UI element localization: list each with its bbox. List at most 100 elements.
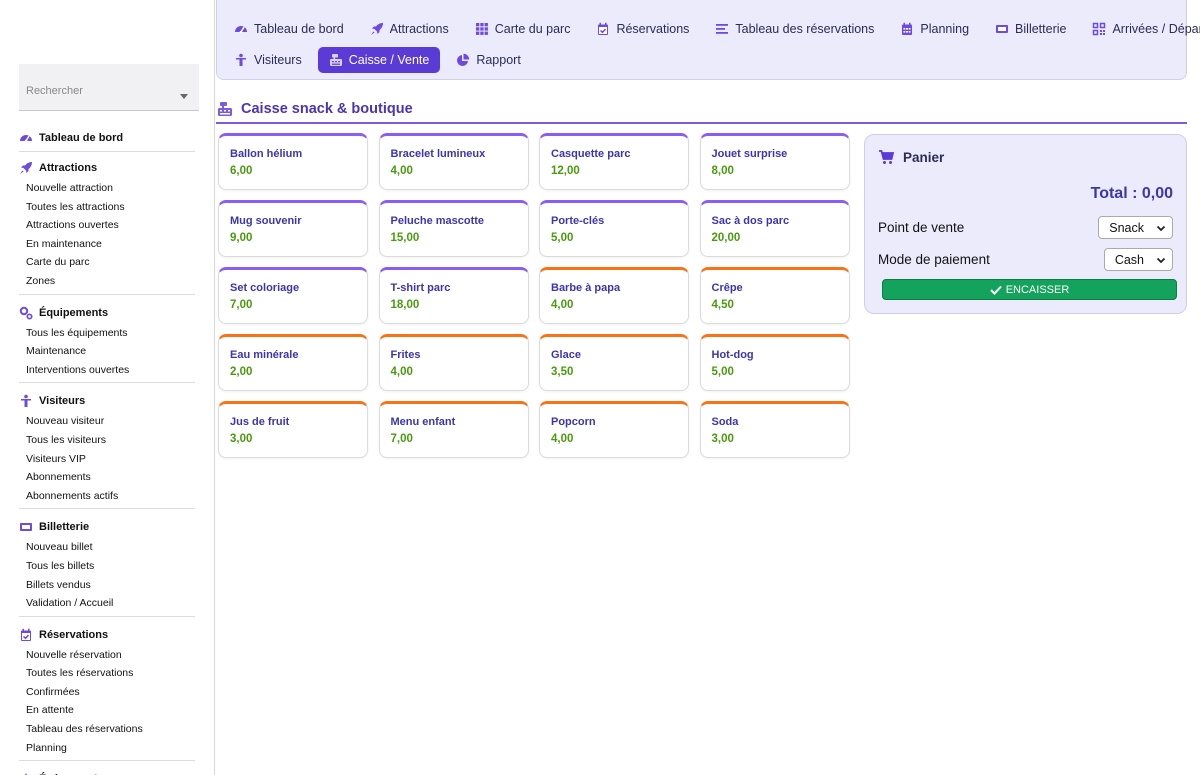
tab-visiteurs[interactable]: Visiteurs — [234, 47, 312, 73]
tab-label: Rapport — [476, 53, 521, 67]
product-price: 3,50 — [551, 366, 574, 378]
sidebar-link[interactable]: Tous les équipements — [19, 324, 195, 343]
product-price: 3,00 — [711, 433, 734, 445]
tab-tableau-de-bord[interactable]: Tableau de bord — [234, 16, 354, 42]
product-card[interactable]: Sac à dos parc 20,00 — [699, 200, 850, 257]
tab-reservations[interactable]: Réservations — [586, 16, 699, 42]
sidebar-link[interactable]: Tous les visiteurs — [19, 431, 195, 450]
sidebar-heading[interactable]: Réservations — [19, 624, 195, 646]
product-card[interactable]: Menu enfant 7,00 — [378, 401, 529, 458]
sidebar-section: Billetterie Nouveau billet Tous les billet… — [19, 516, 195, 617]
sidebar-heading[interactable]: Attractions — [19, 157, 195, 179]
sidebar-link[interactable]: En maintenance — [19, 235, 195, 254]
sidebar-heading-label: Visiteurs — [39, 395, 86, 408]
product-card[interactable]: Popcorn 4,00 — [539, 401, 689, 458]
tab-carte-du-parc[interactable]: Carte du parc — [465, 16, 581, 42]
product-price: 12,00 — [551, 165, 580, 177]
product-card[interactable]: Glace 3,50 — [539, 334, 689, 391]
sidebar-heading[interactable]: Visiteurs — [19, 390, 195, 412]
top-nav-row-1: Tableau de bord Attractions Carte du parc R… — [234, 16, 1200, 42]
tab-label: Tableau de bord — [254, 22, 344, 36]
sidebar-heading[interactable]: Équipements — [19, 302, 195, 324]
rocket-icon — [370, 22, 384, 36]
check-icon — [989, 285, 1002, 295]
product-card[interactable]: Eau minérale 2,00 — [218, 334, 368, 391]
sidebar-link[interactable]: Zones — [19, 272, 195, 291]
tab-label: Attractions — [389, 22, 449, 36]
cashout-button[interactable]: ENCAISSER — [882, 279, 1177, 300]
product-card[interactable]: Set coloriage 7,00 — [218, 267, 368, 324]
product-price: 5,00 — [711, 366, 734, 378]
sidebar-link[interactable]: Maintenance — [19, 342, 195, 361]
sidebar-link[interactable]: Tableau des réservations — [19, 720, 195, 739]
page-header: Caisse snack & boutique — [216, 96, 1187, 124]
sidebar-link[interactable]: Billets vendus — [19, 576, 195, 595]
product-grid: Ballon hélium 6,00 Bracelet lumineux 4,00 Ca… — [218, 133, 850, 458]
sidebar-link[interactable]: En attente — [19, 701, 195, 720]
sidebar-link[interactable]: Validation / Accueil — [19, 594, 195, 613]
sidebar-link[interactable]: Tous les billets — [19, 557, 195, 576]
product-card[interactable]: Jouet surprise 8,00 — [699, 133, 850, 190]
sidebar-link[interactable]: Abonnements — [19, 468, 195, 487]
search-select[interactable]: Rechercher — [19, 64, 199, 111]
payment-mode-select[interactable]: Cash — [1103, 248, 1173, 271]
tab-planning[interactable]: Planning — [890, 16, 979, 42]
sidebar-section: Tableau de bord — [19, 127, 195, 152]
sidebar-link[interactable]: Carte du parc — [19, 253, 195, 272]
product-card[interactable]: Frites 4,00 — [378, 334, 529, 391]
product-card[interactable]: Ballon hélium 6,00 — [218, 133, 368, 190]
product-price: 4,00 — [551, 433, 574, 445]
chevron-down-icon — [1156, 223, 1166, 233]
gauge-icon — [19, 131, 33, 145]
product-name: Bracelet lumineux — [390, 148, 486, 160]
sidebar-link[interactable]: Toutes les réservations — [19, 664, 195, 683]
calendar-icon — [900, 22, 914, 36]
product-name: Mug souvenir — [230, 215, 302, 227]
sidebar-link[interactable]: Nouveau visiteur — [19, 412, 195, 431]
sidebar-link[interactable]: Interventions ouvertes — [19, 361, 195, 380]
sidebar-link[interactable]: Nouvelle réservation — [19, 646, 195, 665]
product-name: Soda — [711, 416, 739, 428]
sidebar-link[interactable]: Planning — [19, 739, 195, 758]
tab-caisse-vente[interactable]: Caisse / Vente — [317, 47, 441, 73]
sidebar-link[interactable]: Abonnements actifs — [19, 487, 195, 506]
product-card[interactable]: Crêpe 4,50 — [699, 267, 850, 324]
sidebar-link[interactable]: Visiteurs VIP — [19, 450, 195, 469]
tab-rapport[interactable]: Rapport — [446, 47, 530, 73]
product-price: 8,00 — [711, 165, 734, 177]
cash-register-icon — [217, 101, 233, 117]
tab-tableau-des-reservations[interactable]: Tableau des réservations — [705, 16, 884, 42]
sidebar-heading-label: Attractions — [39, 162, 98, 174]
sidebar-link[interactable]: Attractions ouvertes — [19, 216, 195, 235]
sidebar-link[interactable]: Confirmées — [19, 683, 195, 702]
tab-label: Planning — [920, 22, 970, 36]
sidebar-heading-label: Tableau de bord — [39, 132, 124, 144]
tab-arrivees-departs[interactable]: Arrivées / Départs — [1082, 16, 1200, 42]
tab-billetterie[interactable]: Billetterie — [985, 16, 1076, 42]
sidebar-heading[interactable]: Événements — [19, 768, 195, 775]
product-card[interactable]: Soda 3,00 — [699, 401, 850, 458]
ticket-icon — [19, 520, 33, 534]
sidebar-link[interactable]: Nouvelle attraction — [19, 179, 195, 198]
sidebar-link[interactable]: Nouveau billet — [19, 538, 195, 557]
sidebar-link[interactable]: Toutes les attractions — [19, 198, 195, 217]
product-card[interactable]: Barbe à papa 4,00 — [539, 267, 689, 324]
cart-title: Panier — [903, 149, 945, 165]
sidebar-section: Visiteurs Nouveau visiteur Tous les visite… — [19, 390, 195, 510]
sidebar-heading-label: Réservations — [39, 628, 109, 641]
product-card[interactable]: Peluche mascotte 15,00 — [378, 200, 529, 257]
sidebar-heading[interactable]: Billetterie — [19, 516, 195, 538]
product-card[interactable]: Porte-clés 5,00 — [539, 200, 689, 257]
sidebar-heading[interactable]: Tableau de bord — [19, 127, 195, 149]
product-card[interactable]: Jus de fruit 3,00 — [218, 401, 368, 458]
product-card[interactable]: Hot-dog 5,00 — [699, 334, 850, 391]
product-card[interactable]: Casquette parc 12,00 — [539, 133, 689, 190]
sidebar-heading-label: Billetterie — [39, 521, 90, 534]
product-name: Menu enfant — [390, 416, 456, 428]
product-card[interactable]: Mug souvenir 9,00 — [218, 200, 368, 257]
product-price: 20,00 — [711, 232, 741, 244]
product-card[interactable]: Bracelet lumineux 4,00 — [378, 133, 529, 190]
product-card[interactable]: T-shirt parc 18,00 — [378, 267, 529, 324]
point-of-sale-select[interactable]: Snack — [1098, 216, 1173, 239]
tab-attractions[interactable]: Attractions — [360, 16, 459, 42]
